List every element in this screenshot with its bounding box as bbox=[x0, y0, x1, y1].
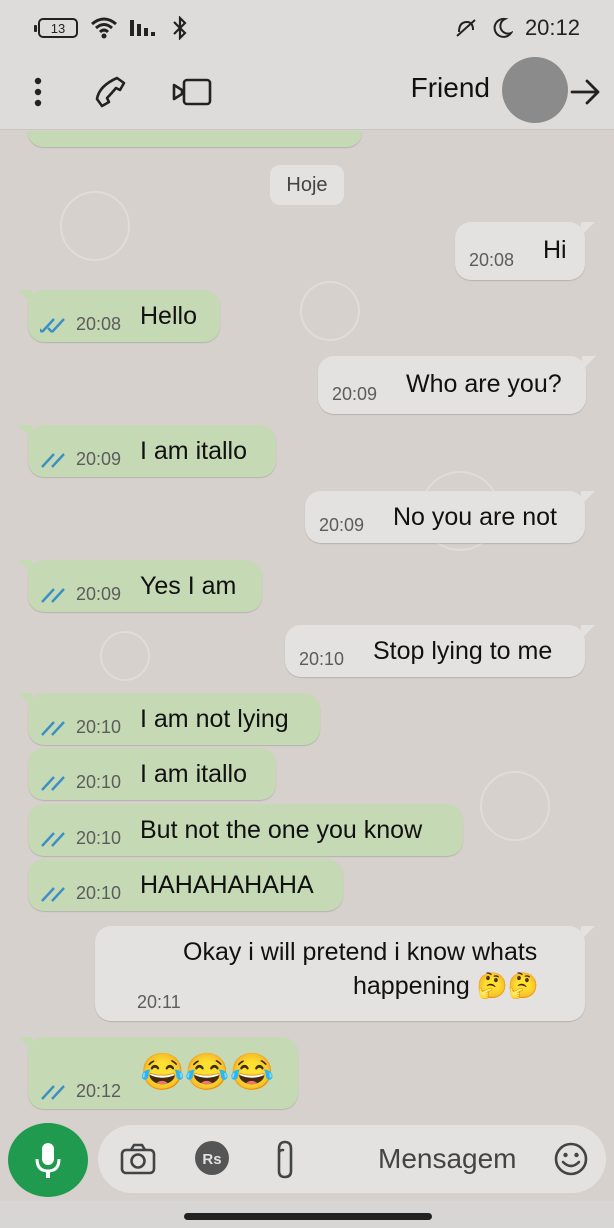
chat-area[interactable]: Hoje Hi 20:08 20:08 Hello Who are you? 2… bbox=[0, 131, 614, 1121]
message-text: But not the one you know bbox=[140, 816, 423, 844]
microphone-button[interactable] bbox=[8, 1123, 88, 1197]
message-bubble-in[interactable]: No you are not 20:09 bbox=[305, 491, 595, 543]
svg-text:Rs: Rs bbox=[202, 1151, 221, 1168]
message-time: 20:09 bbox=[332, 384, 378, 404]
wallpaper-doodle bbox=[480, 771, 550, 841]
smiley-icon[interactable] bbox=[553, 1141, 589, 1177]
read-ticks-icon bbox=[41, 887, 65, 902]
chat-header: Friend bbox=[0, 56, 614, 130]
wallpaper-doodle bbox=[100, 631, 150, 681]
contact-name[interactable]: Friend bbox=[411, 72, 490, 104]
message-bubble-out[interactable]: 20:10 I am itallo bbox=[28, 748, 276, 800]
message-text: 😂😂😂 bbox=[140, 1051, 275, 1092]
rupee-icon[interactable]: Rs bbox=[194, 1140, 230, 1176]
phone-icon[interactable] bbox=[86, 68, 134, 116]
arrow-right-icon[interactable] bbox=[562, 68, 610, 116]
avatar[interactable] bbox=[502, 57, 568, 123]
message-text-line2: happening 🤔🤔 bbox=[353, 972, 539, 1000]
read-ticks-icon bbox=[41, 776, 65, 791]
message-text: I am itallo bbox=[140, 437, 247, 465]
camera-icon[interactable] bbox=[120, 1143, 156, 1175]
read-ticks-icon bbox=[41, 832, 65, 847]
message-text: Yes I am bbox=[140, 572, 237, 600]
message-time: 20:10 bbox=[76, 772, 122, 792]
read-ticks-icon bbox=[40, 318, 65, 333]
message-bubble-in[interactable]: Hi 20:08 bbox=[455, 222, 595, 280]
message-placeholder: Mensagem bbox=[378, 1143, 517, 1174]
message-text: Hello bbox=[140, 302, 197, 330]
video-call-icon[interactable] bbox=[168, 68, 216, 116]
message-time: 20:09 bbox=[76, 449, 122, 469]
message-time: 20:09 bbox=[319, 515, 365, 535]
battery-icon: 13 bbox=[34, 18, 78, 38]
date-chip: Hoje bbox=[270, 165, 344, 205]
message-bubble-out[interactable]: 20:10 I am not lying bbox=[18, 693, 320, 745]
microphone-icon bbox=[35, 1143, 61, 1178]
status-bar: 13 20:12 bbox=[0, 0, 614, 56]
message-bubble-out[interactable]: 20:12 😂😂😂 bbox=[18, 1037, 298, 1109]
read-ticks-icon bbox=[41, 1085, 65, 1100]
read-ticks-icon bbox=[41, 721, 65, 736]
message-bubble-in[interactable]: Stop lying to me 20:10 bbox=[285, 625, 595, 677]
moon-icon bbox=[493, 17, 513, 38]
bluetooth-icon bbox=[173, 16, 187, 40]
read-ticks-icon bbox=[41, 588, 65, 603]
status-time: 20:12 bbox=[524, 15, 580, 40]
message-bubble-out[interactable]: 20:08 Hello bbox=[18, 290, 220, 342]
wifi-icon bbox=[91, 17, 117, 39]
message-time: 20:10 bbox=[76, 717, 122, 737]
message-bubble-out[interactable]: 20:09 I am itallo bbox=[18, 425, 276, 477]
composer: Rs Mensagem bbox=[0, 1121, 614, 1201]
message-time: 20:09 bbox=[76, 584, 122, 604]
message-bubble-out[interactable]: 20:10 HAHAHAHAHA bbox=[28, 859, 343, 911]
wallpaper-doodle bbox=[60, 191, 130, 261]
message-time: 20:11 bbox=[137, 992, 181, 1012]
message-time: 20:12 bbox=[76, 1081, 122, 1101]
message-bubble-out[interactable]: 20:10 But not the one you know bbox=[28, 804, 463, 856]
message-bubble-in[interactable]: Okay i will pretend i know whats happeni… bbox=[95, 926, 595, 1021]
do-not-disturb-icon bbox=[456, 19, 476, 37]
message-time: 20:08 bbox=[469, 250, 515, 270]
message-text: HAHAHAHAHA bbox=[140, 871, 314, 899]
battery-level: 13 bbox=[50, 20, 66, 36]
message-time: 20:10 bbox=[76, 883, 122, 903]
message-time: 20:10 bbox=[299, 649, 345, 669]
signal-icon bbox=[130, 20, 155, 36]
message-text: I am itallo bbox=[140, 760, 247, 788]
message-time: 20:10 bbox=[76, 828, 122, 848]
message-bubble-in[interactable]: Who are you? 20:09 bbox=[318, 356, 596, 414]
navigation-bar bbox=[0, 1201, 614, 1228]
message-text-line1: Okay i will pretend i know whats bbox=[183, 938, 538, 966]
wallpaper-doodle bbox=[300, 281, 360, 341]
message-text: Stop lying to me bbox=[373, 637, 553, 665]
paperclip-icon[interactable] bbox=[272, 1139, 296, 1179]
message-text: No you are not bbox=[393, 503, 557, 531]
message-text: Who are you? bbox=[406, 370, 562, 398]
status-icons-left: 13 bbox=[34, 16, 188, 40]
message-bubble-partial[interactable] bbox=[28, 131, 362, 147]
message-text: Hi bbox=[543, 236, 567, 264]
read-ticks-icon bbox=[41, 453, 65, 468]
message-input[interactable]: Rs Mensagem bbox=[98, 1125, 606, 1193]
home-indicator[interactable] bbox=[184, 1213, 432, 1220]
message-time: 20:08 bbox=[76, 314, 122, 334]
message-text: I am not lying bbox=[140, 705, 289, 733]
more-vertical-icon[interactable] bbox=[14, 68, 62, 116]
message-bubble-out[interactable]: 20:09 Yes I am bbox=[18, 560, 262, 612]
status-icons-right: 20:12 bbox=[453, 15, 580, 41]
